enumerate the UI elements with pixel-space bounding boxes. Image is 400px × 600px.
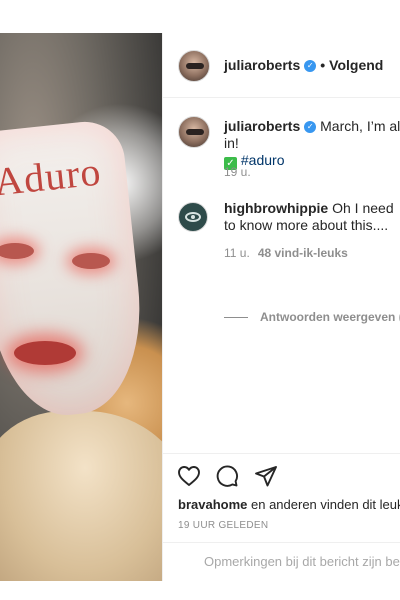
author-avatar[interactable] <box>178 50 210 82</box>
view-replies-label: Antwoorden weergeven (1) <box>260 310 400 324</box>
post-time-ago: 19 UUR GELEDEN <box>178 520 269 531</box>
comment-meta: 11 u. 48 vind-ik-leuks <box>224 246 348 260</box>
share-icon[interactable] <box>254 464 278 493</box>
verified-icon: ✓ <box>304 60 317 73</box>
caption-text: juliaroberts ✓ March, I’m all in! ✓ #adur… <box>224 118 400 170</box>
caption: juliaroberts ✓ March, I’m all in! ✓ #adur… <box>163 98 400 190</box>
post-time: 19 u. <box>224 165 251 179</box>
caption-author-avatar[interactable] <box>178 116 210 148</box>
separator-dot: • <box>320 57 326 73</box>
heart-icon[interactable] <box>177 464 201 493</box>
action-icons <box>177 464 288 490</box>
author-line: juliaroberts ✓ • Volgend <box>224 57 383 73</box>
comment-text: highbrowhippie Oh I need to know more ab… <box>224 200 400 234</box>
commenter-avatar[interactable] <box>178 202 208 232</box>
eye-logo-icon <box>185 212 201 222</box>
comment-likes[interactable]: 48 vind-ik-leuks <box>258 246 348 260</box>
likes-summary: bravahome en anderen vinden dit leuk <box>178 497 400 512</box>
caption-username[interactable]: juliaroberts <box>224 118 300 134</box>
post-actions: bravahome en anderen vinden dit leuk 19 … <box>163 453 400 581</box>
comment: highbrowhippie Oh I need to know more ab… <box>163 198 400 324</box>
comment-icon[interactable] <box>215 464 239 493</box>
comments-restricted-notice: Opmerkingen bij dit bericht zijn beperkt… <box>163 542 400 582</box>
lips-glow <box>14 341 76 365</box>
post-header: juliaroberts ✓ • Volgend <box>163 33 400 98</box>
author-username[interactable]: juliaroberts <box>224 57 300 73</box>
verified-icon: ✓ <box>304 121 317 134</box>
post-side-panel: juliaroberts ✓ • Volgend juliaroberts ✓ Marc… <box>162 33 400 581</box>
view-replies-button[interactable]: Antwoorden weergeven (1) <box>224 310 400 324</box>
follow-button[interactable]: Volgend <box>329 57 383 73</box>
replies-divider <box>224 317 248 319</box>
likes-suffix[interactable]: en anderen vinden dit leuk <box>251 497 400 512</box>
post-photo[interactable]: Aduro <box>0 33 162 581</box>
liker-username[interactable]: bravahome <box>178 497 247 512</box>
commenter-username[interactable]: highbrowhippie <box>224 200 328 216</box>
comment-time: 11 u. <box>224 246 250 260</box>
right-eye-glow <box>72 253 110 269</box>
coat <box>0 411 162 581</box>
